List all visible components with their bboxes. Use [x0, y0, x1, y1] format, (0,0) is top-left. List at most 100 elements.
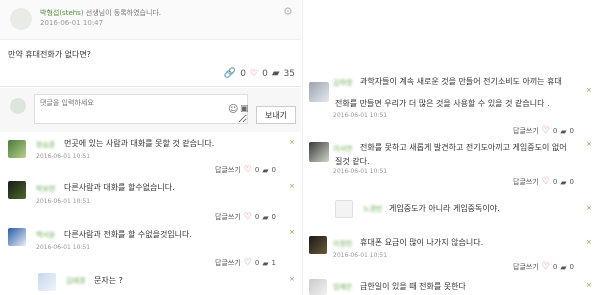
post-date: 2016-06-01 10:47	[40, 19, 104, 27]
comment-actions: 답글쓰기 ♡ 0 ▰ 1	[215, 258, 276, 268]
comment-actions: 답글쓰기 ♡ 0 ▰ 0	[513, 262, 574, 272]
comment-text-line2: 질것 같다.	[335, 157, 370, 166]
comment-date: 2016-06-01 10:51	[333, 112, 388, 119]
reply-item: 노경빈 게임중도가 아니라 게임중독이야. ×	[303, 196, 600, 226]
post-author-suffix: 선생님이 등록하였습니다.	[83, 9, 162, 17]
avatar	[8, 140, 26, 158]
comment-author[interactable]: 김하영	[333, 78, 352, 88]
avatar	[8, 228, 26, 246]
close-icon[interactable]: ×	[289, 182, 295, 190]
comment-author[interactable]: 노경빈	[363, 204, 382, 214]
heart-icon[interactable]: ♡	[244, 212, 252, 222]
comment-item: 정승훈 먼곳에 있는 사람과 대화를 못할 것 같습니다. 2016-06-01…	[0, 134, 301, 178]
close-icon[interactable]: ×	[289, 228, 295, 236]
post-body: 만약 휴대전화가 없다면?	[8, 50, 91, 59]
avatar	[8, 181, 26, 199]
comment-text-line2: 전화를 만들면 우리가 더 많은 것을 사용할 수 있을 것 같습니다 .	[335, 99, 550, 108]
heart-icon[interactable]: ♡	[250, 69, 258, 79]
post-stats: 🔗 0 ♡ 0 ▰ 35	[224, 68, 295, 79]
like-count: 0	[569, 263, 574, 271]
like-count: 0	[569, 178, 574, 186]
post-header: 박형섭(stehs) 선생님이 등록하였습니다. 2016-06-01 10:4…	[0, 0, 301, 40]
avatar	[309, 142, 329, 162]
comment-author[interactable]: 이정민	[333, 239, 352, 249]
send-button[interactable]: 보내기	[256, 106, 296, 124]
heart-icon[interactable]: ♡	[542, 177, 550, 187]
comment-text: 다른사람과 대화를 할수없습니다.	[64, 183, 175, 192]
comment-input[interactable]	[34, 94, 248, 124]
image-icon[interactable]: ▣	[240, 104, 249, 114]
comment-text: 게임중도가 아니라 게임중독이야.	[389, 204, 500, 213]
comment-item: 이서연 전화를 못하고 새롭게 발견하고 전기도아끼고 게임중도이 없어 질것 …	[303, 136, 600, 187]
reply-link[interactable]: 답글쓰기	[513, 126, 539, 136]
link-icon[interactable]: 🔗	[224, 68, 236, 79]
comment-author[interactable]: 백서윤	[36, 230, 55, 240]
avatar	[38, 273, 56, 291]
thumbs-up-icon[interactable]: ▰	[262, 166, 268, 175]
comment-item: 백서윤 다른사람과 전화를 할 수없을것입니다. 2016-06-01 10:5…	[0, 224, 301, 268]
comment-count: 35	[283, 68, 295, 79]
heart-count: 0	[552, 178, 558, 186]
left-column: 박형섭(stehs) 선생님이 등록하였습니다. 2016-06-01 10:4…	[0, 0, 301, 295]
thumbs-up-icon[interactable]: ▰	[560, 178, 566, 187]
reply-link[interactable]: 답글쓰기	[513, 177, 539, 187]
compose-avatar	[10, 98, 26, 114]
close-icon[interactable]: ×	[586, 281, 592, 289]
like-count: 0	[569, 127, 574, 135]
thumbs-up-icon[interactable]: ▰	[262, 213, 268, 222]
comment-date: 2016-06-01 10:51	[36, 244, 91, 251]
emoji-icon[interactable]: ☺	[228, 104, 238, 115]
comment-author[interactable]: 김태경	[66, 276, 85, 286]
comment-author[interactable]: 이서연	[333, 144, 352, 154]
avatar	[309, 82, 329, 102]
comment-text: 다른사람과 전화를 할 수없을것입니다.	[64, 230, 192, 239]
comment-author[interactable]: 박보현	[36, 184, 55, 194]
reply-link[interactable]: 답글쓰기	[215, 258, 241, 268]
thumbs-up-icon[interactable]: ▰	[560, 263, 566, 272]
comment-author[interactable]: 정승훈	[36, 140, 55, 150]
divider	[0, 86, 301, 87]
heart-icon[interactable]: ♡	[244, 258, 252, 268]
heart-icon[interactable]: ♡	[542, 262, 550, 272]
reply-link[interactable]: 답글쓰기	[215, 212, 241, 222]
avatar	[309, 279, 327, 295]
comment-date: 2016-06-01 10:51	[333, 168, 388, 175]
comment-icon[interactable]: ▰	[272, 68, 280, 79]
comment-actions: 답글쓰기 ♡ 0 ▰ 0	[513, 177, 574, 187]
comment-actions: 답글쓰기 ♡ 0 ▰ 0	[215, 165, 276, 175]
padlet-comment-board: 박형섭(stehs) 선생님이 등록하였습니다. 2016-06-01 10:4…	[0, 0, 600, 295]
comment-item: 박보현 다른사람과 대화를 할수없습니다. 2016-06-01 10:51 ×…	[0, 178, 301, 222]
comment-date: 2016-06-01 10:51	[36, 153, 91, 160]
gear-icon[interactable]: ⚙	[283, 6, 294, 17]
thumbs-up-icon[interactable]: ▰	[560, 127, 566, 136]
post-author: 박형섭(stehs) 선생님이 등록하였습니다.	[40, 8, 161, 18]
post-author-name[interactable]: 박형섭(stehs)	[40, 9, 84, 17]
close-icon[interactable]: ×	[586, 140, 592, 148]
comment-actions: 답글쓰기 ♡ 0 ▰ 0	[513, 126, 574, 136]
link-count: 0	[240, 68, 247, 79]
comment-actions: 답글쓰기 ♡ 0 ▰ 0	[215, 212, 276, 222]
comment-author[interactable]: 임예은	[333, 282, 352, 292]
comment-text: 전화를 못하고 새롭게 발견하고 전기도아끼고 게임중도이 없어	[360, 143, 567, 152]
comment-item: 김하영 과학자들이 계속 새로운 것을 만들어 전기소비도 아끼는 휴대 전화를…	[303, 66, 600, 124]
heart-icon[interactable]: ♡	[542, 126, 550, 136]
like-count: 1	[271, 259, 276, 267]
close-icon[interactable]: ×	[586, 204, 592, 212]
reply-link[interactable]: 답글쓰기	[215, 165, 241, 175]
like-count: 0	[271, 166, 276, 174]
heart-count: 0	[254, 166, 260, 174]
avatar	[335, 200, 353, 218]
author-avatar	[10, 8, 32, 30]
right-column: 김하영 과학자들이 계속 새로운 것을 만들어 전기소비도 아끼는 휴대 전화를…	[302, 0, 600, 295]
avatar	[309, 236, 327, 254]
comment-item: 임예은 급한일이 있을 때 전화를 못한다 ×	[303, 277, 600, 295]
close-icon[interactable]: ×	[586, 86, 592, 94]
reply-link[interactable]: 답글쓰기	[513, 262, 539, 272]
heart-icon[interactable]: ♡	[244, 165, 252, 175]
close-icon[interactable]: ×	[289, 138, 295, 146]
close-icon[interactable]: ×	[586, 238, 592, 246]
heart-count: 0	[552, 263, 558, 271]
close-icon[interactable]: ×	[289, 275, 295, 283]
thumbs-up-icon[interactable]: ▰	[262, 259, 268, 268]
heart-count: 0	[262, 68, 268, 79]
